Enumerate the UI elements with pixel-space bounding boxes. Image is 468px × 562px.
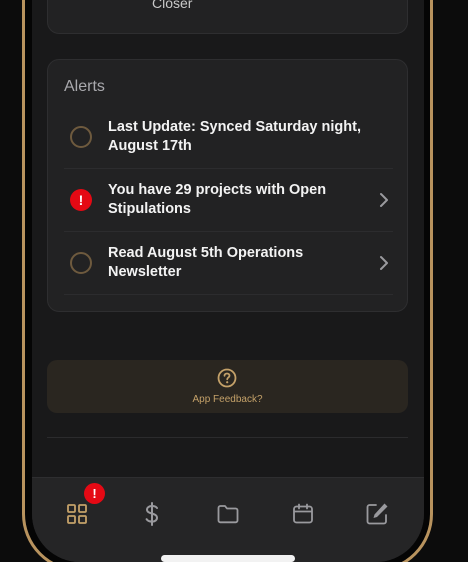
alerts-card: Alerts Last Update: Synced Saturday nigh… — [47, 59, 408, 312]
app-feedback-label: App Feedback? — [192, 394, 263, 405]
pending-status-icon — [70, 126, 92, 148]
tab-projects[interactable] — [212, 498, 244, 530]
app-screen: Closer Alerts Last Update: Synced Saturd… — [32, 0, 424, 562]
alert-text: Last Update: Synced Saturday night, Augu… — [108, 119, 361, 154]
dollar-icon — [145, 502, 159, 526]
tab-calendar[interactable] — [287, 498, 319, 530]
previous-card: Closer — [47, 0, 408, 34]
edit-icon — [366, 503, 388, 525]
alert-item-open-stipulations[interactable]: ! You have 29 projects with Open Stipula… — [64, 169, 393, 232]
question-circle-icon — [217, 368, 237, 388]
alerts-title: Alerts — [64, 78, 105, 95]
notification-badge: ! — [84, 483, 105, 504]
tab-bar: ! — [32, 477, 424, 562]
alert-text: Read August 5th Operations Newsletter — [108, 245, 304, 280]
divider — [47, 437, 408, 438]
tab-dashboard[interactable] — [61, 498, 93, 530]
previous-card-text: Closer — [152, 0, 193, 11]
alert-item-newsletter[interactable]: Read August 5th Operations Newsletter — [64, 232, 393, 295]
pending-status-icon — [70, 252, 92, 274]
grid-icon — [67, 504, 87, 524]
chevron-right-icon — [380, 193, 388, 207]
calendar-icon — [293, 503, 313, 524]
folder-icon — [217, 505, 239, 524]
home-indicator — [161, 555, 295, 562]
chevron-right-icon — [380, 256, 388, 270]
warning-icon: ! — [70, 189, 92, 211]
app-feedback-button[interactable]: App Feedback? — [47, 360, 408, 413]
tab-notes[interactable] — [361, 498, 393, 530]
tab-pay[interactable] — [136, 498, 168, 530]
alert-item-last-update: Last Update: Synced Saturday night, Augu… — [64, 106, 393, 169]
alert-text: You have 29 projects with Open Stipulati… — [108, 182, 327, 217]
